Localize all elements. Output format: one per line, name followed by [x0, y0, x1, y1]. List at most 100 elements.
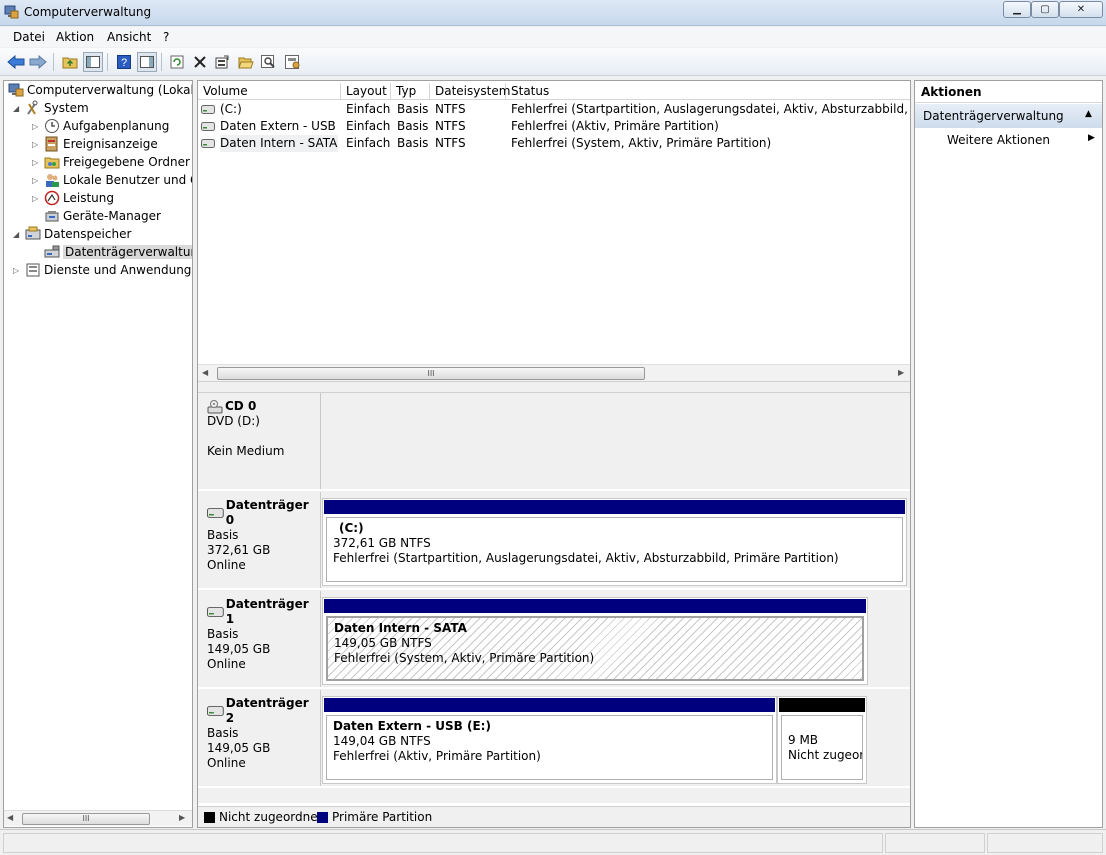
- menu-datei[interactable]: Datei: [13, 30, 45, 44]
- delete-button[interactable]: [190, 52, 210, 72]
- minimize-button[interactable]: ▁: [1003, 1, 1031, 18]
- disk-name: Datenträger 0: [225, 498, 309, 527]
- forward-arrow-icon: [29, 55, 47, 69]
- expand-arrow-icon[interactable]: ▷: [32, 122, 42, 131]
- volume-type: Basis: [397, 102, 429, 116]
- menu-aktion[interactable]: Aktion: [56, 30, 94, 44]
- close-button[interactable]: ✕: [1059, 1, 1103, 18]
- refresh-button[interactable]: [167, 52, 187, 72]
- volume-list-header: Volume Layout Typ Dateisystem Status: [198, 83, 910, 100]
- toolbar: ?: [0, 48, 1106, 76]
- open-folder-button[interactable]: [236, 52, 256, 72]
- expand-arrow-icon[interactable]: ▷: [32, 176, 42, 185]
- back-button[interactable]: [6, 52, 26, 72]
- disk-size: 372,61 GB: [207, 543, 271, 557]
- help-button[interactable]: ?: [114, 52, 134, 72]
- forward-button[interactable]: [28, 52, 48, 72]
- pane-splitter[interactable]: [198, 381, 910, 393]
- tree-label: Datenspeicher: [44, 227, 132, 241]
- collapse-arrow-icon[interactable]: ◢: [13, 104, 23, 113]
- volume-row[interactable]: Daten Extern - USB (E:) Einfach Basis NT…: [198, 118, 910, 135]
- disk-row-1[interactable]: Datenträger 1 Basis 149,05 GB Online Dat…: [198, 591, 910, 689]
- partition-usb[interactable]: Daten Extern - USB (E:) 149,04 GB NTFS F…: [322, 696, 777, 784]
- disk-row-2[interactable]: Datenträger 2 Basis 149,05 GB Online Dat…: [198, 690, 910, 788]
- scroll-left-arrow-icon[interactable]: ◀: [7, 813, 13, 822]
- tree-node-device-manager[interactable]: Geräte-Manager: [44, 207, 161, 225]
- partition-usb-box[interactable]: Daten Extern - USB (E:) 149,04 GB NTFS F…: [326, 715, 773, 780]
- window-title: Computerverwaltung: [24, 5, 152, 19]
- volume-list-horizontal-scrollbar[interactable]: ◀ III ▶: [198, 364, 910, 381]
- column-header-volume[interactable]: Volume: [198, 83, 341, 100]
- actions-section-label: Datenträgerverwaltung: [923, 109, 1064, 123]
- disk-label-2[interactable]: Datenträger 2 Basis 149,05 GB Online: [198, 690, 321, 786]
- partition-size: 149,05 GB NTFS: [334, 636, 432, 650]
- tree-node-shared-folders[interactable]: ▷ Freigegebene Ordner: [32, 153, 190, 171]
- tree-node-disk-management[interactable]: Datenträgerverwaltung: [44, 243, 192, 261]
- search-button[interactable]: [259, 52, 279, 72]
- volume-status: Fehlerfrei (System, Aktiv, Primäre Parti…: [511, 136, 772, 150]
- tree-node-computer-management[interactable]: Computerverwaltung (Lokal): [8, 81, 193, 99]
- up-folder-button[interactable]: [60, 52, 80, 72]
- column-header-status[interactable]: Status: [506, 83, 910, 100]
- disk-properties-button[interactable]: [283, 52, 303, 72]
- scroll-right-arrow-icon[interactable]: ▶: [179, 813, 185, 822]
- partition-sata-box[interactable]: Daten Intern - SATA 149,05 GB NTFS Fehle…: [326, 616, 864, 681]
- tree-node-storage[interactable]: ◢ Datenspeicher: [13, 225, 131, 243]
- tree-node-performance[interactable]: ▷ Leistung: [32, 189, 114, 207]
- properties-button[interactable]: [212, 52, 232, 72]
- expand-arrow-icon[interactable]: ▷: [13, 266, 23, 275]
- maximize-button[interactable]: ▢: [1031, 1, 1059, 18]
- tree-node-event-viewer[interactable]: ▷ Ereignisanzeige: [32, 135, 158, 153]
- disk-row-cd0[interactable]: CD 0 DVD (D:) Kein Medium: [198, 393, 910, 491]
- partition-c-box[interactable]: (C:) 372,61 GB NTFS Fehlerfrei (Startpar…: [326, 517, 903, 582]
- column-header-layout[interactable]: Layout: [341, 83, 391, 100]
- primary-partition-bar: [324, 500, 905, 514]
- status-panel: [885, 833, 985, 853]
- volume-row[interactable]: (C:) Einfach Basis NTFS Fehlerfrei (Star…: [198, 101, 910, 118]
- actions-section-disk-management[interactable]: Datenträgerverwaltung ▲: [915, 104, 1102, 128]
- more-actions-item[interactable]: Weitere Aktionen: [947, 133, 1050, 147]
- submenu-arrow-icon[interactable]: ▶: [1088, 133, 1095, 143]
- menu-help[interactable]: ?: [163, 30, 169, 44]
- column-header-dateisystem[interactable]: Dateisystem: [430, 83, 510, 100]
- tree-horizontal-scrollbar[interactable]: ◀ III ▶: [4, 810, 192, 826]
- tree-node-system[interactable]: ◢ System: [13, 99, 89, 117]
- disk-row-0[interactable]: Datenträger 0 Basis 372,61 GB Online (C:…: [198, 492, 910, 590]
- column-header-typ[interactable]: Typ: [391, 83, 430, 100]
- disk-label-1[interactable]: Datenträger 1 Basis 149,05 GB Online: [198, 591, 321, 687]
- unallocated-space[interactable]: 9 MB Nicht zugeordnet: [777, 696, 867, 784]
- tree-scroll-thumb[interactable]: III: [22, 813, 150, 825]
- tree-label: Computerverwaltung (Lokal): [27, 83, 193, 97]
- menu-ansicht[interactable]: Ansicht: [107, 30, 151, 44]
- show-hide-action-pane-button[interactable]: [137, 52, 157, 72]
- collapse-arrow-icon[interactable]: ◢: [13, 230, 23, 239]
- collapse-up-icon[interactable]: ▲: [1085, 109, 1092, 119]
- expand-arrow-icon[interactable]: ▷: [32, 158, 42, 167]
- disk-name: CD 0: [225, 399, 257, 413]
- disk-label-0[interactable]: Datenträger 0 Basis 372,61 GB Online: [198, 492, 321, 588]
- volume-status: Fehlerfrei (Aktiv, Primäre Partition): [511, 119, 719, 133]
- status-panel-main: [3, 833, 883, 853]
- disk-state: Kein Medium: [207, 444, 285, 458]
- volume-scroll-thumb[interactable]: III: [217, 367, 645, 380]
- tree-node-services[interactable]: ▷ Dienste und Anwendungen: [13, 261, 192, 279]
- volume-filesystem: NTFS: [435, 136, 466, 150]
- tree-node-task-scheduler[interactable]: ▷ Aufgabenplanung: [32, 117, 169, 135]
- expand-arrow-icon[interactable]: ▷: [32, 140, 42, 149]
- scroll-right-arrow-icon[interactable]: ▶: [898, 368, 904, 377]
- shared-folder-icon: [44, 157, 60, 169]
- partition-c[interactable]: (C:) 372,61 GB NTFS Fehlerfrei (Startpar…: [322, 498, 907, 586]
- volume-row[interactable]: Daten Intern - SATA Einfach Basis NTFS F…: [198, 135, 910, 152]
- show-hide-tree-button[interactable]: [83, 52, 103, 72]
- legend: Nicht zugeordnet Primäre Partition: [198, 806, 910, 827]
- tree-node-local-users[interactable]: ▷ Lokale Benutzer und Gruppen: [32, 171, 192, 189]
- disk-label-cd0[interactable]: CD 0 DVD (D:) Kein Medium: [198, 393, 321, 489]
- partition-sata[interactable]: Daten Intern - SATA 149,05 GB NTFS Fehle…: [322, 597, 868, 685]
- volume-type: Basis: [397, 119, 429, 133]
- scroll-left-arrow-icon[interactable]: ◀: [202, 368, 208, 377]
- toolbar-separator: [53, 53, 54, 71]
- partition-size: 149,04 GB NTFS: [333, 734, 431, 748]
- volume-filesystem: NTFS: [435, 119, 466, 133]
- unallocated-box[interactable]: 9 MB Nicht zugeordnet: [781, 715, 863, 780]
- expand-arrow-icon[interactable]: ▷: [32, 194, 42, 203]
